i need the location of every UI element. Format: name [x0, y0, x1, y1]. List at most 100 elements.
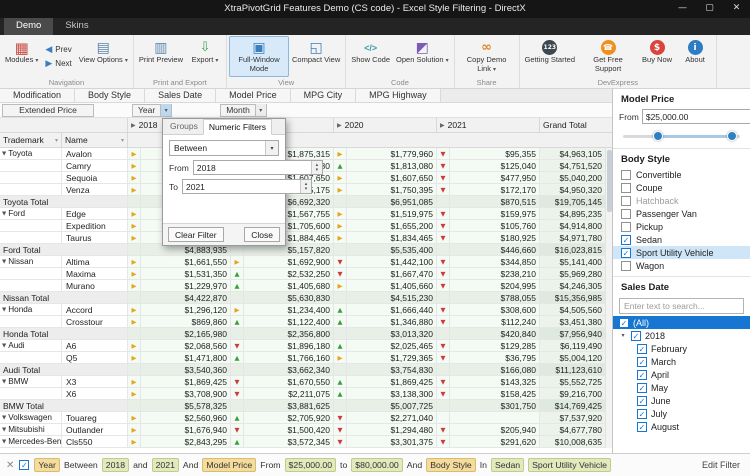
collapse-icon[interactable]: ▼	[2, 427, 6, 433]
value-cell[interactable]: $3,138,300	[347, 388, 437, 399]
checkbox[interactable]: ✓	[637, 409, 647, 419]
year-field-header[interactable]: Year ▾	[132, 104, 172, 117]
row-group-cell[interactable]	[0, 352, 62, 363]
value-cell[interactable]: $2,560,960	[141, 412, 231, 423]
value-cell[interactable]: $1,607,650	[347, 172, 437, 183]
sales-date-node-2018[interactable]: ▾✓2018	[613, 329, 750, 342]
ribbon-tab-skins[interactable]: Skins	[53, 18, 100, 35]
collapse-icon[interactable]: ▼	[2, 211, 6, 217]
value-cell[interactable]: $1,779,960	[347, 148, 437, 159]
ribbon-button-modules[interactable]: ▦Modules▾	[2, 36, 41, 77]
value-cell[interactable]: $301,750	[450, 400, 540, 411]
filter-token-2021[interactable]: 2021	[152, 458, 179, 472]
checkbox[interactable]: ✓	[621, 248, 631, 258]
column-header-2020[interactable]: ▶2020	[334, 118, 437, 132]
row-group-cell[interactable]	[0, 172, 62, 183]
filter-token-model-price[interactable]: Model Price	[202, 458, 256, 472]
slider-thumb-high[interactable]	[727, 131, 737, 141]
value-cell[interactable]: $3,301,375	[347, 436, 437, 447]
column-header-2021[interactable]: ▶2021	[437, 118, 540, 132]
value-cell[interactable]: $1,229,970	[141, 280, 231, 291]
value-cell[interactable]: $5,630,830	[244, 292, 334, 303]
column-header-grand-total[interactable]: Grand Total	[540, 118, 612, 132]
expand-icon[interactable]: ▶	[131, 122, 136, 129]
scrollbar-thumb[interactable]	[607, 150, 612, 212]
minimize-button[interactable]: —	[669, 0, 696, 18]
grand-total-cell[interactable]: $4,950,320	[540, 184, 612, 195]
row-total-label[interactable]: Toyota Total	[0, 196, 128, 207]
value-cell[interactable]: $143,325	[450, 376, 540, 387]
value-cell[interactable]: $1,442,100	[347, 256, 437, 267]
value-cell[interactable]: $158,425	[450, 388, 540, 399]
value-cell[interactable]: $1,294,480	[347, 424, 437, 435]
collapse-icon[interactable]: ▼	[2, 307, 6, 313]
value-cell[interactable]: $204,995	[450, 280, 540, 291]
grand-total-cell[interactable]: $4,677,780	[540, 424, 612, 435]
month-filter-dropdown-icon[interactable]: ▾	[255, 104, 266, 116]
row-total-label[interactable]: Ford Total	[0, 244, 128, 255]
ribbon-button-print-preview[interactable]: ▥Print Preview	[136, 36, 186, 77]
row-name-cell[interactable]: Camry	[62, 160, 128, 171]
sales-date-node-april[interactable]: ✓April	[613, 368, 750, 381]
ribbon-button-export[interactable]: ⇩Export▾	[186, 36, 224, 77]
grand-total-cell[interactable]: $3,451,380	[540, 316, 612, 327]
filter-token-sedan[interactable]: Sedan	[491, 458, 524, 472]
clear-filter-button[interactable]: Clear Filter	[168, 227, 224, 242]
row-field-trademark[interactable]: Trademark ▾	[0, 133, 62, 147]
value-cell[interactable]: $2,068,560	[141, 340, 231, 351]
filter-field-sales-date[interactable]: Sales Date	[145, 89, 216, 102]
value-cell[interactable]: $112,240	[450, 316, 540, 327]
value-cell[interactable]: $1,667,470	[347, 268, 437, 279]
ribbon-button-compact-view[interactable]: ◱Compact View	[289, 36, 343, 77]
value-cell[interactable]: $129,285	[450, 340, 540, 351]
grand-total-cell[interactable]: $5,141,400	[540, 256, 612, 267]
checkbox[interactable]: ✓	[619, 318, 629, 328]
value-cell[interactable]: $2,356,800	[244, 328, 334, 339]
grand-total-cell[interactable]: $16,023,815	[540, 244, 612, 255]
grand-total-cell[interactable]: $10,008,635	[540, 436, 612, 447]
collapse-icon[interactable]: ▼	[2, 259, 6, 265]
grand-total-cell[interactable]: $4,895,235	[540, 208, 612, 219]
close-popup-button[interactable]: Close	[244, 227, 280, 242]
value-cell[interactable]: $95,355	[450, 148, 540, 159]
filter-operator-combo[interactable]: Between ▾	[169, 140, 279, 156]
checkbox[interactable]	[621, 209, 631, 219]
value-cell[interactable]: $2,165,980	[141, 328, 231, 339]
value-cell[interactable]: $1,122,400	[244, 316, 334, 327]
filter-enabled-checkbox[interactable]: ✓	[19, 460, 29, 470]
value-cell[interactable]: $1,869,425	[141, 376, 231, 387]
value-cell[interactable]: $1,661,550	[141, 256, 231, 267]
row-group-cell[interactable]: ▼BMW	[0, 376, 62, 387]
value-cell[interactable]: $1,405,660	[347, 280, 437, 291]
filter-field-mpg-highway[interactable]: MPG Highway	[356, 89, 441, 102]
grid-vertical-scrollbar[interactable]	[605, 148, 612, 448]
value-cell[interactable]: $5,535,400	[347, 244, 437, 255]
data-field-header[interactable]: Extended Price	[2, 104, 94, 117]
value-cell[interactable]: $446,660	[450, 244, 540, 255]
row-group-cell[interactable]	[0, 160, 62, 171]
value-cell[interactable]: $5,578,325	[141, 400, 231, 411]
value-cell[interactable]: $1,670,550	[244, 376, 334, 387]
row-name-cell[interactable]: X3	[62, 376, 128, 387]
filter-to-input[interactable]	[183, 180, 300, 193]
row-total-label[interactable]: Audi Total	[0, 364, 128, 375]
row-total-label[interactable]: Nissan Total	[0, 292, 128, 303]
body-style-option-wagon[interactable]: Wagon	[613, 259, 750, 272]
checkbox[interactable]	[621, 183, 631, 193]
filter-token-2018[interactable]: 2018	[102, 458, 129, 472]
row-group-cell[interactable]	[0, 232, 62, 243]
sales-date-node-all[interactable]: ✓(All)	[613, 316, 750, 329]
row-name-cell[interactable]: Avalon	[62, 148, 128, 159]
filter-token-sport-utility-vehicle[interactable]: Sport Utility Vehicle	[528, 458, 611, 472]
value-cell[interactable]: $3,662,340	[244, 364, 334, 375]
grand-total-cell[interactable]: $14,769,425	[540, 400, 612, 411]
row-group-cell[interactable]	[0, 388, 62, 399]
value-cell[interactable]: $238,210	[450, 268, 540, 279]
row-group-cell[interactable]: ▼Honda	[0, 304, 62, 315]
filter-token-25-000-00[interactable]: $25,000.00	[285, 458, 336, 472]
checkbox[interactable]: ✓	[637, 396, 647, 406]
filter-field-mpg-city[interactable]: MPG City	[291, 89, 357, 102]
row-name-cell[interactable]: Crosstour	[62, 316, 128, 327]
ribbon-button-show-code[interactable]: </>Show Code	[348, 36, 393, 77]
value-cell[interactable]: $1,813,080	[347, 160, 437, 171]
